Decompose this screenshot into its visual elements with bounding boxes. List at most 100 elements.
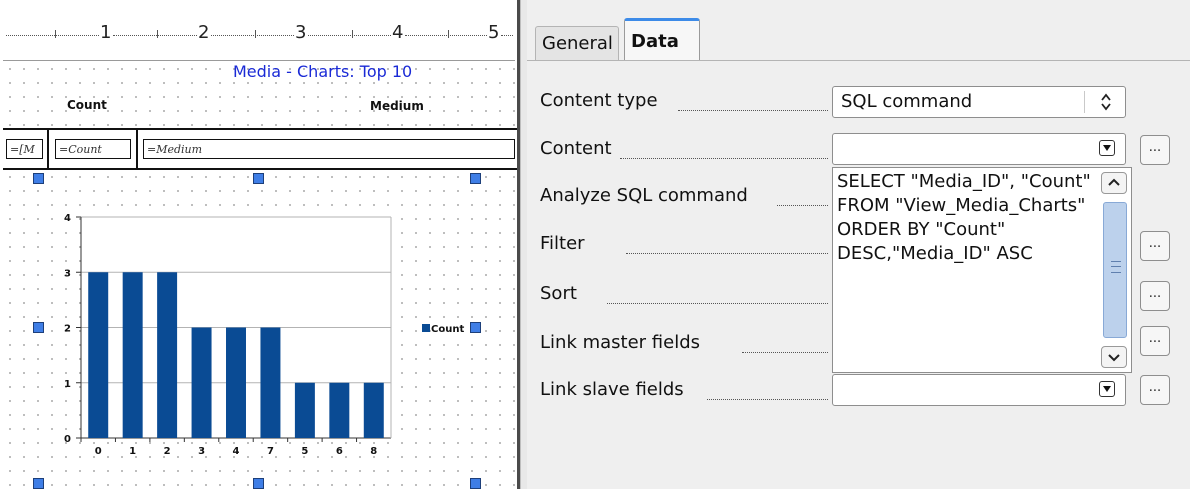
bar [260,327,281,438]
x-tick-label: 0 [95,446,102,457]
header-count-label[interactable]: Count [67,98,107,112]
medium-field[interactable]: =Medium [143,139,515,159]
scrollbar-thumb[interactable] [1103,202,1127,338]
link-master-leader-dots [742,352,828,353]
content-label: Content [540,138,612,159]
sort-label: Sort [540,283,577,304]
count-field[interactable]: =Count [55,139,131,159]
ruler-dots [6,35,99,37]
sql-scrollbar[interactable] [1101,172,1129,368]
ruler-tick [351,30,353,38]
filter-browse-button[interactable]: ... [1140,231,1170,261]
ruler-tick [254,30,256,38]
filter-leader-dots [626,253,828,254]
ruler-mark: 3 [295,22,307,43]
x-tick-label: 2 [164,446,171,457]
properties-panel: General Data Content type SQL command Co… [527,0,1190,489]
sort-leader-dots [607,303,828,304]
tab-data[interactable]: Data [624,18,700,60]
ruler-dots [405,35,487,37]
chevron-down-icon[interactable] [1099,140,1115,156]
bar [157,272,178,438]
band-divider [136,128,138,168]
select-separator [1084,91,1085,113]
resize-handle-bottom-left[interactable] [33,478,44,489]
leader-dots [707,399,828,400]
ruler-dots [308,35,391,37]
legend-swatch [422,324,430,332]
ruler-mark: 2 [198,22,210,43]
x-tick-label: 3 [198,446,205,457]
chevron-down-icon [1108,354,1120,362]
resize-handle-top[interactable] [253,173,264,184]
horizontal-ruler: 1 2 3 4 5 [3,8,515,61]
chevron-down-icon[interactable] [1099,381,1115,397]
resize-handle-right[interactable] [470,322,481,333]
resize-handle-left[interactable] [33,322,44,333]
y-tick-label: 3 [64,268,71,279]
link-slave-browse-button[interactable]: ... [1140,375,1170,405]
ruler-mark: 5 [488,22,500,43]
x-tick-label: 5 [301,446,308,457]
x-tick-label: 8 [370,446,377,457]
bar [294,382,315,438]
resize-handle-top-right[interactable] [470,173,481,184]
sql-command-text: SELECT "Media_ID", "Count" FROM "View_Me… [837,171,1097,264]
ruler-tick [448,30,449,38]
chart-object[interactable]: 0 1 2 3 4 0 1 2 3 4 7 5 6 8 Count [3,170,515,489]
bar [329,382,350,438]
link-master-browse-button[interactable]: ... [1140,326,1170,356]
bar [122,272,143,438]
bar [363,382,384,438]
y-tick-label: 1 [64,379,71,390]
resize-handle-bottom-right[interactable] [470,478,481,489]
ruler-dots [501,35,513,37]
x-tick-label: 6 [336,446,343,457]
legend-label: Count [431,324,464,335]
ruler-tick [157,30,158,38]
ruler-tick [54,30,56,38]
ruler-mark: 4 [392,22,404,43]
grip-icon [1111,261,1121,273]
leader-dots [620,158,828,159]
resize-handle-top-left[interactable] [33,173,44,184]
chevron-up-icon [1108,178,1120,186]
y-tick-label: 2 [64,324,71,335]
analyze-sql-label: Analyze SQL command [540,185,748,206]
ruler-dots [113,35,197,37]
content-browse-button[interactable]: ... [1140,135,1170,165]
leader-dots [678,110,828,111]
content-type-label: Content type [540,90,658,111]
bar [191,327,212,438]
tab-divider [527,60,1190,61]
scroll-down-button[interactable] [1101,346,1127,368]
link-slave-label: Link slave fields [540,379,684,400]
y-tick-label: 4 [64,213,71,224]
leader-dots [777,205,828,206]
spin-arrows-icon [1101,93,1111,111]
filter-label: Filter [540,233,585,254]
scroll-up-button[interactable] [1101,172,1127,194]
resize-handle-bottom[interactable] [253,478,264,489]
content-type-select[interactable]: SQL command [832,86,1126,118]
ruler-dots [211,35,294,37]
x-tick-label: 7 [267,446,274,457]
link-slave-combobox[interactable] [832,374,1126,406]
x-tick-label: 1 [129,446,136,457]
ruler-mark: 1 [100,22,112,43]
y-tick-label: 0 [64,434,71,445]
bar [226,327,246,438]
report-title[interactable]: Media - Charts: Top 10 [233,62,412,81]
band-divider [47,128,49,168]
tab-general[interactable]: General [535,26,619,60]
report-designer: 1 2 3 4 5 Media - Charts: Top 10 Count Mediu… [0,0,517,489]
content-type-value: SQL command [841,91,973,112]
sql-command-dropdown-list[interactable]: SELECT "Media_ID", "Count" FROM "View_Me… [832,167,1132,373]
link-master-label: Link master fields [540,332,700,353]
sort-browse-button[interactable]: ... [1140,281,1170,311]
media-id-field[interactable]: =[M [6,139,43,159]
header-medium-label[interactable]: Medium [370,99,424,113]
x-tick-label: 4 [233,446,240,457]
bar [88,272,109,438]
content-combobox[interactable] [832,133,1126,165]
